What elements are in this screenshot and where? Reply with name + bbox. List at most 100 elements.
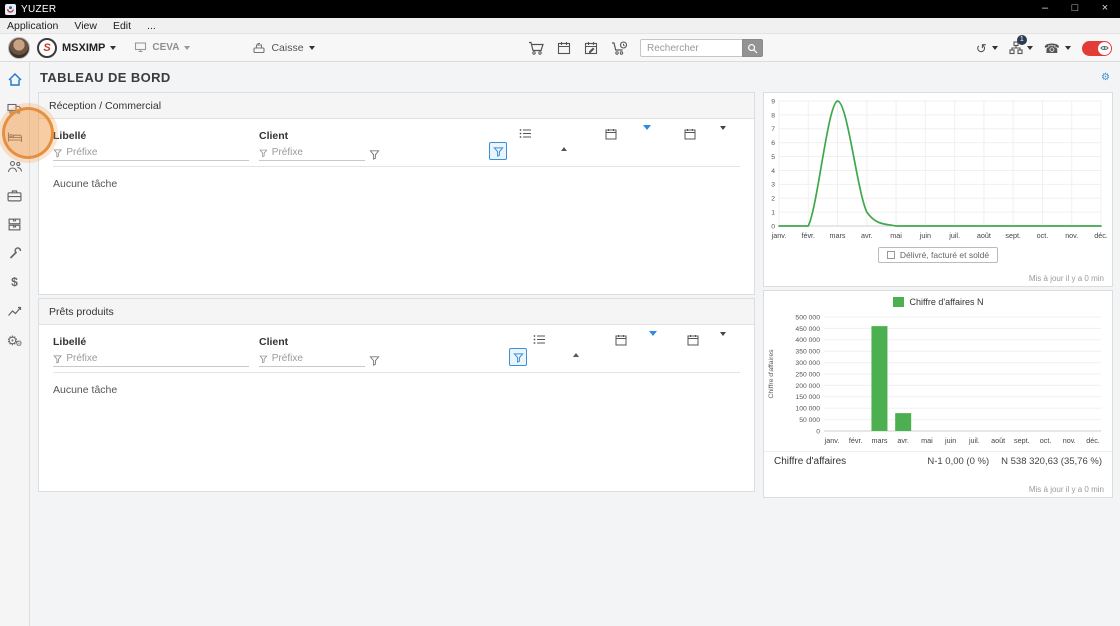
legend-label: Délivré, facturé et soldé [899,250,990,260]
toolbar: S MSXIMP CEVA Caisse Rechercher ↺ 1 ☎ [0,34,1120,62]
group-list-icon[interactable] [533,334,546,345]
sidebar-item-stats[interactable] [4,303,26,319]
search-input[interactable] [640,39,742,57]
group-list-icon[interactable] [519,128,532,139]
column-header-client[interactable]: Client [259,336,288,348]
register-label: Caisse [271,41,304,54]
cart-history-button[interactable] [611,41,628,55]
card-tasks-chart: 0 1 2 3 4 5 6 7 8 9 janv. févr. mars avr. mai juin juil.… [763,92,1113,287]
minimize-button[interactable]: – [1030,0,1060,18]
legend-swatch [892,297,904,307]
svg-text:100 000: 100 000 [795,406,820,413]
menu-view[interactable]: View [74,20,97,32]
filter-dropdown-icon[interactable] [643,125,651,148]
briefcase-icon [7,189,22,201]
toggle-knob [1098,41,1111,55]
filter-funnel-active-button[interactable] [509,348,527,366]
sidebar-item-billing[interactable]: $ [4,274,26,290]
filter-client-input[interactable] [271,353,365,364]
filter-libelle-input[interactable] [66,147,249,158]
dashboard-settings-icon[interactable]: ⚙ [1101,72,1110,83]
panel-header: Réception / Commercial [39,93,754,119]
cart-button[interactable] [528,41,544,55]
filter-funnel-active-button[interactable] [489,142,507,160]
svg-text:févr.: févr. [849,436,863,445]
date-column-icon[interactable] [615,334,627,346]
date-column-icon-2[interactable] [684,128,696,140]
svg-text:avr.: avr. [897,436,909,445]
revenue-n1: N-1 0,00 (0 %) [927,456,990,467]
svg-text:6: 6 [771,140,775,147]
calendar-edit-button[interactable] [584,41,598,55]
svg-text:déc.: déc. [1094,231,1108,240]
funnel-icon [259,355,268,363]
sidebar-item-tools[interactable] [4,245,26,261]
sidebar-item-stock[interactable] [4,216,26,232]
menu-edit[interactable]: Edit [113,20,131,32]
close-button[interactable]: × [1090,0,1120,18]
sidebar: $ ⚙ ⚙ [0,62,30,626]
menubar: Application View Edit ... [0,18,1120,34]
panel-reception-commercial: Réception / Commercial Libellé Client Pr… [38,92,755,295]
card-revenue-chart: Chiffre d'affaires N 0 50 000 100 000 150 0… [763,290,1113,498]
brand-selector[interactable]: S MSXIMP [37,37,117,58]
chevron-down-icon [308,45,315,50]
svg-text:9: 9 [771,98,775,105]
filter-dropdown-icon[interactable] [649,331,657,354]
search-button[interactable] [742,39,763,57]
phone-button[interactable]: ☎ [1044,42,1071,55]
column-header-libelle[interactable]: Libellé [53,336,86,348]
sidebar-item-delivery[interactable] [4,100,26,116]
company-selector[interactable]: CEVA [134,42,191,53]
column-header-libelle[interactable]: Libellé [53,130,86,142]
sort-asc-icon[interactable] [561,130,567,151]
filter-client [259,147,365,161]
svg-text:févr.: févr. [801,231,815,240]
sort-asc-icon[interactable] [573,336,579,357]
svg-text:150 000: 150 000 [795,394,820,401]
legend-checkbox [886,251,895,259]
svg-text:mars: mars [830,231,846,240]
filter-funnel-button[interactable] [369,355,380,366]
svg-text:0: 0 [816,428,820,435]
filter-libelle-input[interactable] [66,353,249,364]
calendar-button[interactable] [557,41,571,55]
column-header-client[interactable]: Client [259,130,288,142]
date-column-icon-2[interactable] [687,334,699,346]
svg-text:mai: mai [890,231,902,240]
visibility-toggle[interactable] [1082,40,1112,56]
window-title: YUZER [21,3,57,15]
sidebar-item-hospitalization[interactable] [4,129,26,145]
svg-text:350 000: 350 000 [795,349,820,356]
filter-client-input[interactable] [271,147,365,158]
sidebar-item-briefcase[interactable] [4,187,26,203]
svg-text:nov.: nov. [1063,436,1076,445]
window-titlebar: YUZER – □ × [0,0,1120,18]
collapse-icon[interactable] [720,126,726,148]
main-area: TABLEAU DE BORD ⚙ Réception / Commercial… [30,62,1120,626]
sidebar-item-settings[interactable]: ⚙ ⚙ [4,332,26,348]
sites-button[interactable]: 1 [1009,35,1033,55]
truck-icon [6,103,22,114]
svg-text:450 000: 450 000 [795,326,820,333]
sidebar-item-home[interactable] [4,71,26,87]
legend-toggle[interactable]: Délivré, facturé et soldé [877,247,999,263]
funnel-icon [53,355,62,364]
filter-funnel-button[interactable] [369,149,380,160]
revenue-n: N 538 320,63 (35,76 %) [1001,456,1102,467]
svg-text:4: 4 [771,168,775,175]
sidebar-item-clients[interactable] [4,158,26,174]
menu-more[interactable]: ... [147,20,156,32]
svg-text:janv.: janv. [771,231,787,240]
collapse-icon[interactable] [720,332,726,354]
divider [53,372,740,373]
history-button[interactable]: ↺ [976,42,998,55]
avatar[interactable] [8,36,30,59]
maximize-button[interactable]: □ [1060,0,1090,18]
panel-header: Prêts produits [39,299,754,325]
eye-icon [1100,46,1109,50]
date-column-icon[interactable] [605,128,617,140]
register-selector[interactable]: Caisse [252,41,315,54]
svg-text:juil.: juil. [968,436,980,445]
menu-application[interactable]: Application [7,20,58,32]
